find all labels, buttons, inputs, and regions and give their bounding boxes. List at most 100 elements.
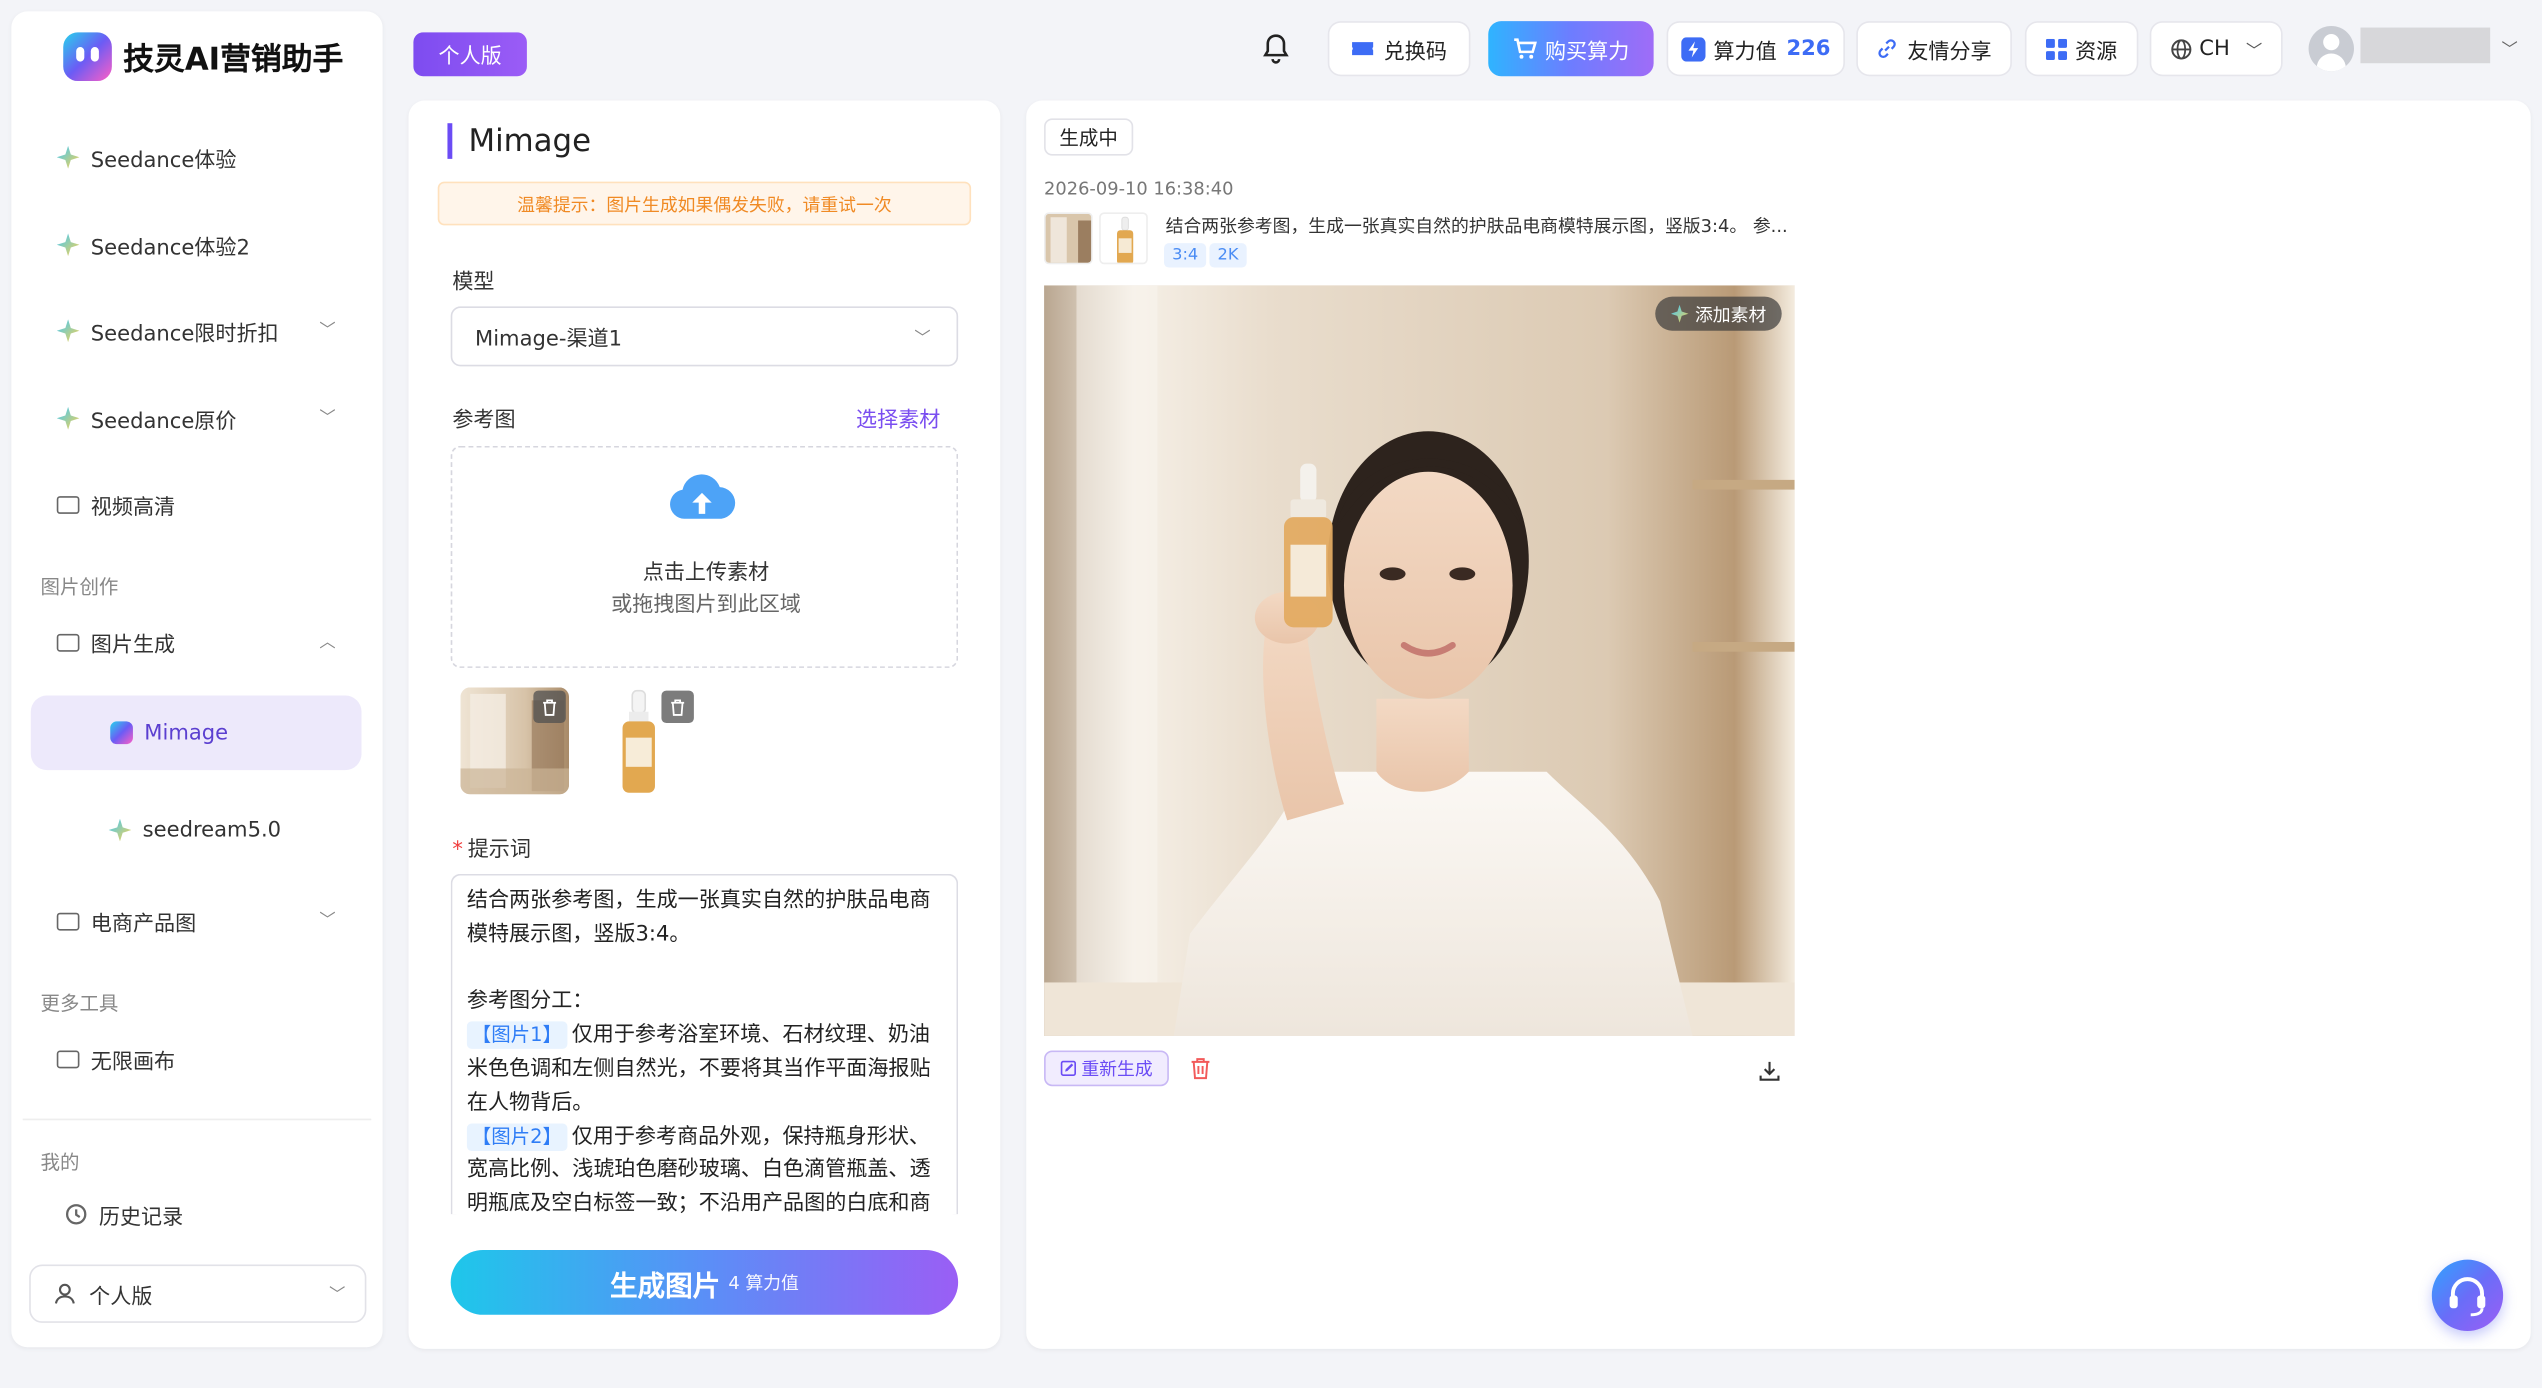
upload-title: 点击上传素材 <box>642 560 770 586</box>
points-label: 算力值 <box>1713 39 1777 65</box>
generate-image-button[interactable]: 生成图片 4 算力值 <box>450 1249 959 1315</box>
gallery-icon <box>55 908 81 934</box>
sidebar-item-infinite-canvas[interactable]: 无限画布 <box>19 1026 351 1091</box>
regenerate-button[interactable]: 重新生成 <box>1044 1050 1169 1087</box>
plan-selector[interactable]: 个人版 ﹀ <box>29 1264 367 1323</box>
points-balance[interactable]: 算力值 226 <box>1666 21 1845 77</box>
chevron-down-icon: ﹀ <box>319 410 336 428</box>
video-enhance-icon <box>55 491 81 517</box>
prompt-blank-line <box>467 953 942 987</box>
delete-thumbnail-button[interactable] <box>533 690 566 724</box>
notice-banner: 温馨提示：图片生成如果偶发失败，请重试一次 <box>437 181 972 226</box>
ticket-icon <box>1351 39 1375 58</box>
cloud-upload-icon <box>666 473 741 522</box>
generate-label: 生成图片 <box>609 1270 721 1303</box>
section-more-tools: 更多工具 <box>40 992 119 1015</box>
canvas-icon <box>55 1046 81 1072</box>
app-logo-icon <box>63 32 112 82</box>
sidebar-item-seedance-discount[interactable]: Seedance限时折扣 ﹀ <box>19 298 351 363</box>
sidebar-item-label: 历史记录 <box>98 1205 184 1230</box>
language-selector[interactable]: CH ﹀ <box>2149 21 2283 77</box>
regenerate-label: 重新生成 <box>1081 1058 1153 1080</box>
timestamp: 2026-09-10 16:38:40 <box>1044 178 1234 200</box>
sidebar-item-label: 无限画布 <box>90 1049 176 1075</box>
generated-image[interactable] <box>1044 285 1795 1036</box>
language-label: CH <box>2199 36 2230 61</box>
resolution-chip: 2K <box>1209 243 1247 268</box>
username-redacted[interactable] <box>2360 27 2491 64</box>
image-ref-tag: 【图片2】 <box>466 1122 567 1151</box>
delete-result-icon[interactable] <box>1190 1055 1211 1080</box>
sparkle-icon <box>107 817 133 843</box>
model-label: 模型 <box>452 270 495 296</box>
prompt-label-text: 提示词 <box>467 838 531 863</box>
sidebar-item-seedance-trial[interactable]: Seedance体验 <box>19 125 351 190</box>
model-select[interactable]: Mimage-渠道1 ﹀ <box>450 306 959 367</box>
choose-material-link[interactable]: 选择素材 <box>856 402 940 433</box>
status-badge: 生成中 <box>1044 118 1134 156</box>
sidebar-item-image-generation[interactable]: 图片生成 ︿ <box>19 610 351 675</box>
prompt-line: 结合两张参考图，生成一张真实自然的护肤品电商模特展示图，竖版3:4。 <box>466 888 931 947</box>
prompt-line: 【图片1】 仅用于参考浴室环境、石材纹理、奶油米色色调和左侧自然光，不要将其当作平… <box>466 1020 942 1121</box>
prompt-line: 【图片2】 仅用于参考商品外观，保持瓶身形状、宽高比例、浅琥珀色磨砂玻璃、白色滴管… <box>466 1121 942 1214</box>
reference-thumbnail-2[interactable] <box>588 687 698 795</box>
sidebar-item-seedance-trial-2[interactable]: Seedance体验2 <box>19 212 351 277</box>
sidebar-divider <box>22 1118 372 1121</box>
share-label: 友情分享 <box>1907 39 1992 65</box>
prompt-label: * 提示词 <box>452 838 531 863</box>
buy-points-button[interactable]: 购买算力 <box>1488 21 1654 77</box>
bathroom-thumbnail-image <box>1045 213 1092 263</box>
buy-label: 购买算力 <box>1544 39 1630 65</box>
points-value: 226 <box>1786 36 1831 61</box>
sidebar-item-seedream[interactable]: seedream5.0 <box>19 798 351 863</box>
plan-label: 个人版 <box>89 1284 153 1310</box>
download-icon[interactable] <box>1759 1057 1780 1081</box>
sidebar-item-label: Seedance原价 <box>90 409 237 434</box>
upload-dropzone[interactable]: 点击上传素材 或拖拽图片到此区域 <box>450 445 959 668</box>
add-material-label: 添加素材 <box>1694 303 1767 326</box>
chevron-down-icon: ﹀ <box>319 322 336 341</box>
sidebar-item-label: Seedance体验2 <box>90 235 250 261</box>
sidebar-item-label: Seedance限时折扣 <box>90 321 279 347</box>
avatar[interactable] <box>2308 25 2354 72</box>
sidebar-item-label: 图片生成 <box>90 633 176 658</box>
lightning-icon <box>1681 36 1706 61</box>
notification-bell-icon[interactable] <box>1261 32 1290 64</box>
mimage-logo-icon <box>109 720 135 746</box>
redeem-label: 兑换码 <box>1383 39 1447 65</box>
section-mine: 我的 <box>40 1151 80 1174</box>
globe-icon <box>2170 38 2191 59</box>
resources-button[interactable]: 资源 <box>2024 21 2139 77</box>
model-select-value: Mimage-渠道1 <box>475 327 623 352</box>
edition-badge[interactable]: 个人版 <box>413 32 527 77</box>
resources-label: 资源 <box>2075 39 2118 65</box>
sparkle-icon <box>55 232 81 258</box>
share-button[interactable]: 友情分享 <box>1856 21 2012 77</box>
sidebar-item-seedance-original[interactable]: Seedance原价 ﹀ <box>19 386 351 451</box>
grid-icon <box>2045 38 2068 60</box>
image-ref-tag: 【图片1】 <box>466 1021 567 1050</box>
sparkle-icon <box>1670 304 1689 323</box>
delete-thumbnail-button[interactable] <box>661 690 694 724</box>
sidebar-item-video-hd[interactable]: 视频高清 <box>19 472 351 537</box>
reference-image-label: 参考图 <box>452 408 516 433</box>
sidebar-item-label: Mimage <box>144 720 229 745</box>
upload-hint: 或拖拽图片到此区域 <box>611 593 801 618</box>
redeem-code-button[interactable]: 兑换码 <box>1327 21 1471 77</box>
prompt-textarea[interactable]: 结合两张参考图，生成一张真实自然的护肤品电商模特展示图，竖版3:4。 参考图分工… <box>450 873 959 1215</box>
sparkle-icon <box>55 405 81 431</box>
result-reference-thumbnail-2[interactable] <box>1099 212 1148 265</box>
sidebar-item-label: seedream5.0 <box>142 817 282 843</box>
support-headset-button[interactable] <box>2431 1259 2504 1332</box>
add-material-button[interactable]: 添加素材 <box>1655 296 1782 331</box>
edit-icon <box>1060 1060 1076 1076</box>
sidebar-item-ecommerce-product[interactable]: 电商产品图 ﹀ <box>19 888 351 953</box>
result-reference-thumbnail-1[interactable] <box>1044 212 1093 265</box>
chevron-down-icon[interactable]: ﹀ <box>2502 36 2518 60</box>
reference-thumbnail-1[interactable] <box>460 687 570 795</box>
sidebar-item-mimage[interactable]: Mimage <box>30 695 362 771</box>
sidebar-item-history[interactable]: 历史记录 <box>28 1182 360 1247</box>
result-prompt-preview: 结合两张参考图，生成一张真实自然的护肤品电商模特展示图，竖版3:4。 参... <box>1165 215 1788 237</box>
cart-icon <box>1513 37 1537 60</box>
model-holding-serum-image <box>1044 285 1795 1036</box>
